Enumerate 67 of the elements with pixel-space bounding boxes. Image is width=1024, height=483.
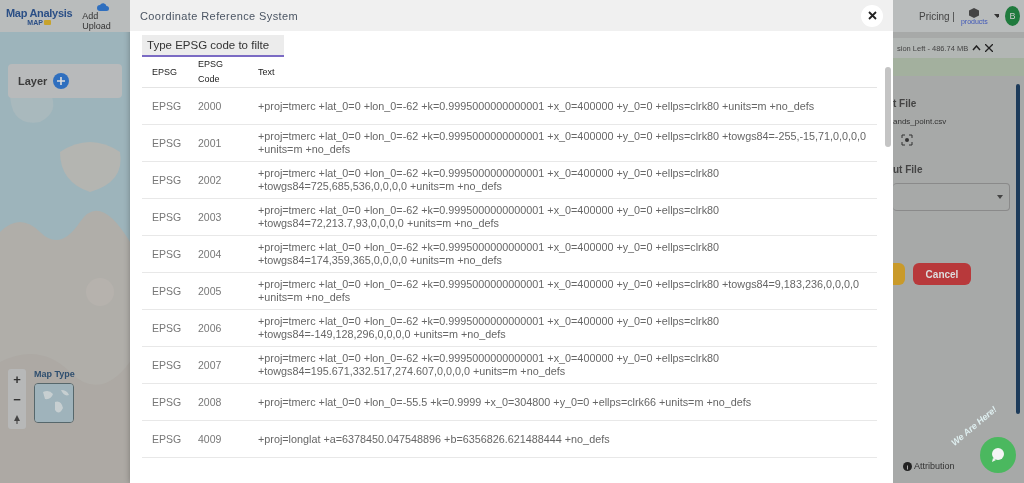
table-cell-text: 2007	[197, 359, 223, 371]
avatar[interactable]: B	[1005, 6, 1020, 26]
table-cell-text: EPSG	[151, 248, 183, 260]
info-icon	[903, 461, 912, 471]
table-cell-text: 2005	[197, 285, 223, 297]
section-heading: ut File	[893, 164, 924, 175]
table-cell-text: +proj=tmerc +lat_0=0 +lon_0=-62 +k=0.9995000000000001 +x_0=400000 +y_0=0 +ellps=clrk80 +towgs84=-149,128,296,0,0,0,0 +units=m +no_defs	[257, 314, 721, 342]
zoom-out-button[interactable]: −	[8, 389, 26, 409]
caret-icon	[997, 195, 1003, 199]
map-thumbnail[interactable]	[34, 383, 74, 423]
cloud-upload-icon[interactable]	[97, 1, 110, 11]
table-cell-text: 2008	[197, 396, 223, 408]
plus-icon	[57, 77, 66, 85]
table-cell-text: EPSG	[151, 285, 183, 297]
scrollbar[interactable]	[1016, 84, 1020, 414]
table-cell-text: +proj=tmerc +lat_0=0 +lon_0=-62 +k=0.9995000000000001 +x_0=400000 +y_0=0 +ellps=clrk80 +towgs84=174,359,365,0,0,0,0 +units=m +no_defs	[257, 240, 721, 268]
table-cell-text: EPSG	[151, 359, 183, 371]
add-upload-link[interactable]: Add Upload	[82, 10, 124, 31]
table-cell-text: +proj=tmerc +lat_0=0 +lon_0=-62 +k=0.9995000000000001 +x_0=400000 +y_0=0 +ellps=clrk80 +towgs84=195.671,332.517,274.607,0,0,0,0 +units=m +no_defs	[257, 351, 721, 379]
column-header: EPSG Code	[197, 58, 224, 86]
focus-icon[interactable]	[901, 134, 913, 146]
cube-icon[interactable]	[969, 7, 980, 18]
table-cell-text: EPSG	[151, 100, 183, 112]
table-cell-text: 2002	[197, 174, 223, 186]
add-layer-button[interactable]	[53, 73, 70, 89]
chat-bubble-icon	[990, 447, 1006, 463]
table-cell-text: +proj=tmerc +lat_0=0 +lon_0=-55.5 +k=0.9999 +x_0=304800 +y_0=0 +ellps=clrk66 +units=m +no_defs	[257, 394, 753, 410]
table-cell-text: +proj=tmerc +lat_0=0 +lon_0=-62 +k=0.9995000000000001 +x_0=400000 +y_0=0 +ellps=clrk80 +towgs84=725,685,536,0,0,0,0 +units=m +no_defs	[257, 166, 721, 194]
table-cell-text: EPSG	[151, 174, 183, 186]
table-cell-text: 2003	[197, 211, 223, 223]
layer-label: Layer	[18, 75, 48, 87]
section-heading: t File	[893, 98, 918, 109]
chevron-up-icon[interactable]	[972, 45, 982, 51]
file-name: ands_point.csv	[893, 117, 948, 126]
chat-button[interactable]	[980, 437, 1016, 473]
pricing-link[interactable]: Pricing |	[919, 10, 955, 22]
attribution-link[interactable]: Attribution	[903, 461, 955, 471]
table-cell-text: +proj=tmerc +lat_0=0 +lon_0=-62 +k=0.9995000000000001 +x_0=400000 +y_0=0 +ellps=clrk80 +towgs84=72,213.7,93,0,0,0,0 +units=m +no_defs	[257, 203, 721, 231]
table-cell-text: +proj=tmerc +lat_0=0 +lon_0=-62 +k=0.9995000000000001 +x_0=400000 +y_0=0 +ellps=clrk80 +units=m +no_defs	[257, 98, 816, 114]
cancel-button[interactable]: Cancel	[913, 263, 971, 285]
table-cell-text: 4009	[197, 433, 223, 445]
logo-mark-icon	[43, 19, 51, 25]
close-icon[interactable]	[985, 44, 994, 52]
table-cell-text: EPSG	[151, 322, 183, 334]
close-button[interactable]	[861, 4, 883, 27]
map-type-label: Map Type	[34, 369, 75, 379]
zoom-in-button[interactable]: +	[8, 369, 26, 389]
caret-icon[interactable]	[993, 14, 1000, 18]
epsg-filter-field[interactable]: Type EPSG code to filte	[142, 35, 284, 57]
table-cell-text: +proj=longlat +a=6378450.047548896 +b=6356826.621488444 +no_defs	[257, 431, 611, 447]
table-cell-text: 2004	[197, 248, 223, 260]
table-cell-text: 2001	[197, 137, 223, 149]
close-icon	[867, 11, 877, 20]
table-cell-text: EPSG	[151, 137, 183, 149]
table-cell-text: 2000	[197, 100, 223, 112]
table-cell-text: +proj=tmerc +lat_0=0 +lon_0=-62 +k=0.9995000000000001 +x_0=400000 +y_0=0 +ellps=clrk80 +towgs84=-255,-15,71,0,0,0,0 +units=m +no_defs	[257, 129, 868, 157]
scrollbar[interactable]	[885, 67, 891, 147]
table-cell-text: 2006	[197, 322, 223, 334]
arrow-up-icon	[14, 414, 20, 424]
column-header: Text	[257, 65, 276, 79]
dialog-title: Coordinate Reference System	[140, 9, 299, 22]
table-cell-text: EPSG	[151, 433, 183, 445]
table-cell-text: EPSG	[151, 211, 183, 223]
table-cell-text: +proj=tmerc +lat_0=0 +lon_0=-62 +k=0.9995000000000001 +x_0=400000 +y_0=0 +ellps=clrk80 +towgs84=9,183,236,0,0,0,0 +units=m +no_defs	[257, 277, 860, 305]
table-cell-text: EPSG	[151, 396, 183, 408]
column-header: EPSG	[151, 65, 178, 79]
logo-title: Map Analysis	[6, 6, 73, 19]
